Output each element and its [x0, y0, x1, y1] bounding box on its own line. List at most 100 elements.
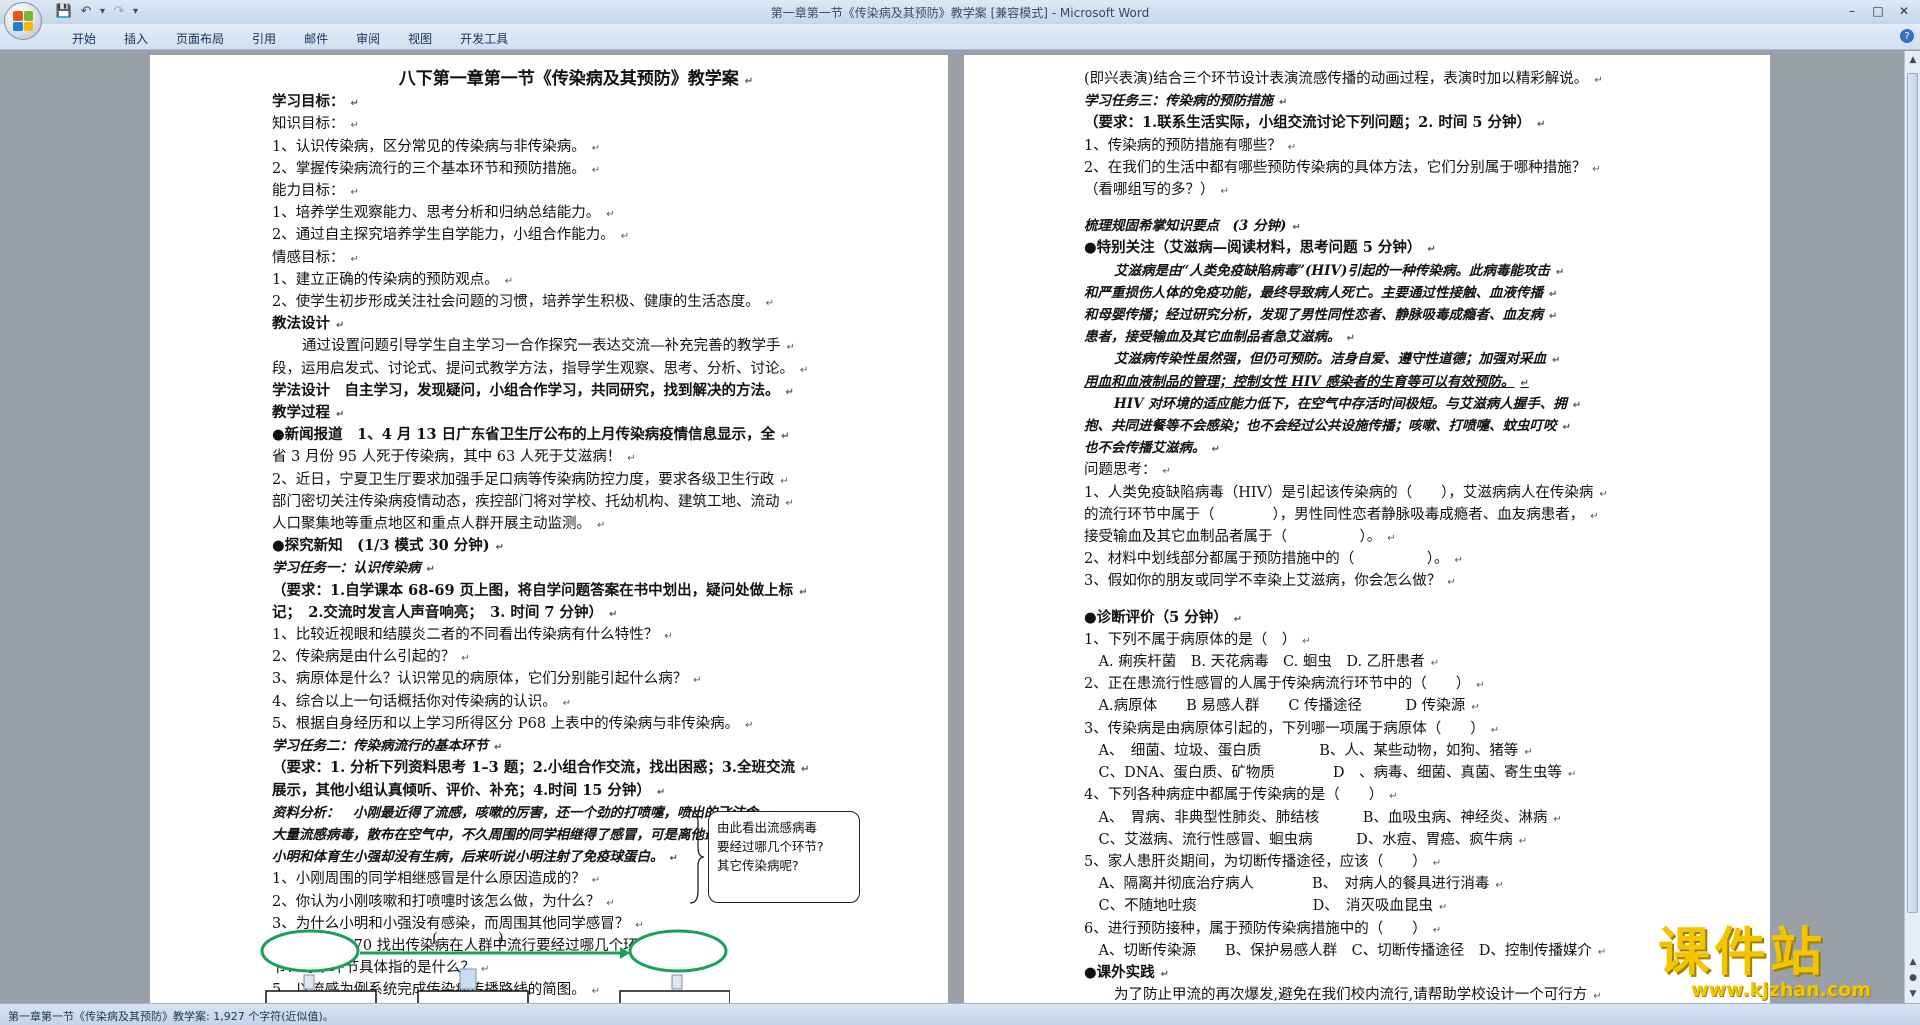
text-line-content: 1、传染病的预防措施有哪些？ [1084, 137, 1282, 154]
tab-home[interactable]: 开始 [58, 29, 110, 48]
text-line-content: 1、下列不属于病原体的是（ ） [1084, 631, 1297, 648]
paragraph-mark-icon: ↵ [1518, 835, 1528, 847]
paragraph-mark-icon: ↵ [620, 231, 630, 243]
text-line: 5、家人患肝炎期间，为切断传播途径，应该（ ） ↵ [1084, 852, 1744, 874]
text-line: HIV 对环境的适应能力低下，在空气中存活时间极短。与艾滋病人握手、拥 ↵ [1084, 394, 1744, 416]
paragraph-mark-icon: ↵ [1346, 333, 1355, 345]
text-line: （要求：1.自学课本 68-69 页上图，将自学问题答案在书中划出，疑问处做上标… [272, 581, 860, 603]
tab-references[interactable]: 引用 [238, 29, 290, 48]
scrollbar-thumb[interactable] [1907, 73, 1918, 913]
text-line-content: 大量流感病毒，散布在空气中，不久周围的同学相继得了感冒，可是离他最近的 [272, 826, 745, 843]
paragraph-mark-icon: ↵ [1553, 813, 1562, 825]
paragraph-mark-icon: ↵ [1594, 75, 1603, 86]
text-line: 艾滋病传染性虽然强，但仍可预防。洁身自爱、遵守性道德；加强对采血 ↵ [1084, 349, 1744, 371]
paragraph-mark-icon: ↵ [1160, 968, 1170, 980]
text-line: 2、正在患流行性感冒的人属于传染病流行环节中的（ ） ↵ [1084, 674, 1744, 696]
text-line-content: 教法设计 [272, 315, 330, 333]
paragraph-mark-icon: ↵ [336, 320, 345, 332]
tab-mailings[interactable]: 邮件 [290, 29, 342, 48]
text-line: 1、人类免疫缺陷病毒（HIV）是引起该传染病的（ ），艾滋病病人在传染病 ↵ [1084, 483, 1744, 505]
paragraph-mark-icon: ↵ [799, 586, 808, 598]
text-line: A、 胃病、非典型性肺炎、肺结核 B、血吸虫病、神经炎、淋病 ↵ [1084, 808, 1744, 830]
text-line-content: 2、在我们的生活中都有哪些预防传染病的具体方法，它们分别属于哪种措施？ [1084, 159, 1587, 176]
paragraph-mark-icon: ↵ [1590, 510, 1599, 522]
paragraph-mark-icon: ↵ [591, 142, 601, 154]
text-line-content: 部门密切关注传染病疫情动态，疾控部门将对学校、托幼机构、建筑工地、流动 [272, 493, 780, 510]
text-line-content: 学习任务三：传染病的预防措施 [1084, 93, 1273, 110]
help-icon[interactable]: ? [1900, 29, 1914, 43]
text-line-content: 2、正在患流行性感冒的人属于传染病流行环节中的（ ） [1084, 676, 1471, 693]
text-line-content: 人口聚集地等重点地区和重点人群开展主动监测。 [272, 516, 591, 533]
text-line: C、不随地吐痰 D、 消灭吸血昆虫 ↵ [1084, 896, 1744, 918]
paragraph-mark-icon: ↵ [1490, 724, 1500, 736]
paragraph-mark-icon: ↵ [785, 497, 794, 509]
paragraph-mark-icon: ↵ [800, 764, 810, 776]
diagram-box [265, 990, 377, 1003]
text-line: 的流行环节中属于（ ），男性同性恋者静脉吸毒成瘾者、血友病患者， ↵ [1084, 505, 1744, 527]
text-line-content: 用血和血液制品的管理；控制女性 HIV 感染者的生育等可以有效预防。 [1084, 373, 1515, 390]
tab-insert[interactable]: 插入 [110, 29, 162, 48]
text-line-content: 通过设置问题引导学生自主学习一合作探究一表达交流—补充完善的教学手 [302, 338, 781, 355]
close-icon[interactable]: ✕ [1892, 2, 1916, 20]
text-line: A.病原体 B 易感人群 C 传播途径 D 传染源 ↵ [1084, 696, 1744, 718]
document-page-right[interactable]: (即兴表演)结合三个环节设计表演流感传播的动画过程，表演时加以精彩解说。 ↵ 学习任… [964, 55, 1770, 1003]
next-page-icon[interactable]: ▼ [1906, 987, 1920, 1001]
text-line: 艾滋病是由“人类免疫缺陷病毒”(HIV)引起的一种传染病。此病毒能攻击 ↵ [1084, 261, 1744, 283]
text-line-content: 患者，接受输血及其它血制品者急艾滋病。 [1084, 329, 1341, 346]
browse-object-icon[interactable]: ● [1906, 971, 1920, 985]
tab-page-layout[interactable]: 页面布局 [162, 29, 238, 48]
tab-developer[interactable]: 开发工具 [446, 29, 522, 48]
title-bar: 💾 ↶ ▾ ↷ ▾ 第一章第一节《传染病及其预防》教学案 [兼容模式] - Mi… [0, 0, 1920, 40]
paragraph-mark-icon: ↵ [745, 719, 754, 731]
ribbon: 开始 插入 页面布局 引用 邮件 审阅 视图 开发工具 ? [0, 24, 1920, 50]
text-line-content: 学习目标： [272, 93, 345, 111]
text-line-content: （要求：1. 分析下列资料思考 1–3 题；2.小组合作交流，找出困惑；3.全班… [272, 759, 795, 777]
paragraph-mark-icon: ↵ [495, 542, 505, 554]
document-page-left[interactable]: 八下第一章第一节《传染病及其预防》教学案 ↵ 学习目标： ↵ 知识目标： ↵ 1、认识传染病… [150, 55, 948, 1003]
text-line: 为了防止甲流的再次爆发,避免在我们校内流行,请帮助学校设计一个可行方 ↵ [1084, 985, 1744, 1003]
ribbon-tabs: 开始 插入 页面布局 引用 邮件 审阅 视图 开发工具 [58, 29, 522, 48]
text-line: 学习目标： ↵ [272, 92, 860, 114]
paragraph-mark-icon: ↵ [693, 675, 702, 687]
text-line: 段，运用启发式、讨论式、提问式教学方法，指导学生观察、思考、分析、讨论。 ↵ [272, 359, 860, 381]
paragraph-mark-icon: ↵ [504, 275, 514, 287]
vertical-scrollbar[interactable]: ▲ ▲ ● ▼ [1904, 51, 1920, 1003]
text-line: 1、比较近视眼和结膜炎二者的不同看出传染病有什么特性？ ↵ [272, 625, 860, 647]
text-line-content: 艾滋病是由“人类免疫缺陷病毒”(HIV)引起的一种传染病。此病毒能攻击 [1114, 262, 1550, 279]
paragraph-mark-icon: ↵ [800, 364, 809, 376]
paragraph-mark-icon: ↵ [1597, 946, 1607, 958]
text-line: 5、根据自身经历和以上学习所得区分 P68 上表中的传染病与非传染病。 ↵ [272, 714, 860, 736]
previous-page-icon[interactable]: ▲ [1906, 955, 1920, 969]
paragraph-mark-icon: ↵ [562, 697, 572, 709]
text-line: 展示，其他小组认真倾听、评价、补充；4.时间 15 分钟） ↵ [272, 781, 860, 803]
text-line: 记； 2.交流时发言人声音响亮； 3. 时间 7 分钟） ↵ [272, 603, 860, 625]
paragraph-mark-icon: ↵ [1430, 658, 1440, 670]
tab-view[interactable]: 视图 [394, 29, 446, 48]
paragraph-mark-icon: ↵ [1233, 613, 1243, 625]
text-line: （要求：1.联系生活实际，小组交流讨论下列问题；2. 时间 5 分钟） ↵ [1084, 113, 1744, 135]
window-controls: – □ ✕ [1840, 2, 1916, 20]
tab-review[interactable]: 审阅 [342, 29, 394, 48]
text-line-content: 4、下列各种病症中都属于传染病的是（ ） [1084, 787, 1384, 804]
text-line-content: 2、通过自主探究培养学生自学能力，小组合作能力。 [272, 227, 615, 244]
text-line: （看哪组写的多？） ↵ [1084, 180, 1744, 202]
text-line: 问题思考： ↵ [1084, 460, 1744, 482]
office-button[interactable] [4, 2, 42, 40]
text-line-content: 知识目标： [272, 116, 345, 133]
text-line-content: 情感目标： [272, 249, 345, 266]
office-logo-icon [13, 11, 33, 31]
minimize-icon[interactable]: – [1840, 2, 1864, 20]
text-line: 2、通过自主探究培养学生自学能力，小组合作能力。 ↵ [272, 225, 860, 247]
maximize-icon[interactable]: □ [1866, 2, 1890, 20]
text-line-content: 省 3 月份 95 人死于传染病，其中 63 人死于艾滋病！ [272, 449, 622, 466]
text-line: 3、病原体是什么？认识常见的病原体，它们分别能引起什么病？ ↵ [272, 669, 860, 691]
text-line-content: 八下第一章第一节《传染病及其预防》教学案 [398, 69, 739, 89]
text-line: 1、传染病的预防措施有哪些？ ↵ [1084, 136, 1744, 158]
text-line: 学习任务二：传染病流行的基本环节 ↵ [272, 736, 860, 758]
text-line: 人口聚集地等重点地区和重点人群开展主动监测。 ↵ [272, 514, 860, 536]
scroll-up-icon[interactable]: ▲ [1906, 53, 1920, 67]
paragraph-mark-icon: ↵ [1524, 746, 1533, 758]
text-line-content: A、隔离并彻底治疗病人 B、 对病人的餐具进行消毒 [1084, 876, 1490, 893]
text-line-content: 6、进行预防接种，属于预防传染病措施中的（ ） [1084, 920, 1427, 937]
callout-line: 由此看出流感病毒 [717, 820, 818, 835]
